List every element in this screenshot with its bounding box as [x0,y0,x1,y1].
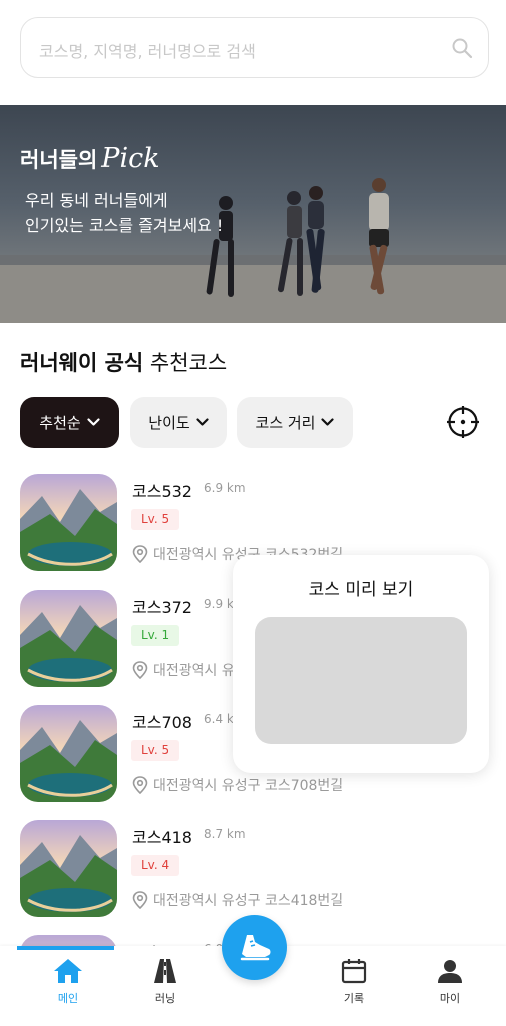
home-icon [54,959,82,983]
person-icon [438,960,462,983]
calendar-icon [341,959,367,984]
filter-recommended[interactable]: 추천순 [20,397,119,448]
tab-label: 메인 [57,992,79,1005]
running-shoe-icon [240,934,270,960]
tab-label: 러닝 [154,992,176,1005]
course-preview-popup[interactable]: 코스 미리 보기 [233,555,489,773]
course-thumbnail [20,820,117,917]
course-address: 대전광역시 유성구 코스418번길 [132,890,343,910]
banner-subtitle-line1: 우리 동네 러너들에게 [25,191,168,210]
crosshair-icon[interactable] [446,405,480,439]
road-icon [154,959,176,983]
search-icon[interactable] [450,36,474,60]
start-run-button[interactable] [222,915,287,980]
chevron-down-icon [196,418,209,426]
location-pin-icon [132,891,148,909]
course-level-badge: Lv. 1 [131,625,180,646]
course-thumbnail [20,474,117,571]
course-thumbnail [20,590,117,687]
section-title-light: 추천코스 [149,351,228,375]
filter-label: 추천순 [39,414,81,432]
tab-main[interactable]: 메인 [33,958,103,1016]
course-level-badge: Lv. 5 [131,509,180,530]
course-list-item[interactable]: 코스418 8.7 km Lv. 4 대전광역시 유성구 코스418번길 [20,820,486,920]
course-name: 코스708 [132,713,192,732]
filter-label: 난이도 [148,414,190,432]
course-name: 코스418 [132,828,192,847]
course-address-text: 대전광역시 유성구 코스708번길 [153,778,344,794]
filter-distance[interactable]: 코스 거리 [237,397,353,448]
chevron-down-icon [87,418,100,426]
tab-label: 마이 [439,992,461,1005]
banner-title: 러너들의 Pick [20,143,160,174]
section-title: 러너웨이 공식 추천코스 [20,347,227,377]
preview-map-placeholder [255,617,467,744]
course-distance: 8.7 km [204,827,246,841]
course-distance: 6.9 km [204,481,246,495]
section-title-bold: 러너웨이 공식 [20,351,144,375]
filter-difficulty[interactable]: 난이도 [130,397,227,448]
banner-subtitle-line2: 인기있는 코스를 즐겨보세요 ! [25,216,224,235]
filter-label: 코스 거리 [255,414,316,432]
tab-active-indicator [17,946,114,950]
course-level-badge: Lv. 5 [131,740,180,761]
course-level-badge: Lv. 4 [131,855,180,876]
tab-label: 기록 [343,992,365,1005]
location-pin-icon [132,776,148,794]
course-address-text: 대전광역시 유성구 코스418번길 [153,893,344,909]
search-input[interactable]: 코스명, 지역명, 러너명으로 검색 [20,17,489,78]
promo-banner[interactable]: 러너들의 Pick 우리 동네 러너들에게 인기있는 코스를 즐겨보세요 ! [0,105,506,323]
course-address: 대전광역시 유성구 코스708번길 [132,775,343,795]
course-name: 코스532 [132,482,192,501]
preview-title: 코스 미리 보기 [308,580,414,600]
banner-title-script: Pick [101,143,160,174]
location-pin-icon [132,545,148,563]
location-pin-icon [132,661,148,679]
tab-running[interactable]: 러닝 [130,958,200,1016]
chevron-down-icon [321,418,335,426]
tab-my[interactable]: 마이 [415,958,485,1016]
course-thumbnail [20,705,117,802]
search-placeholder: 코스명, 지역명, 러너명으로 검색 [39,42,256,61]
banner-title-text: 러너들의 [20,148,98,172]
tab-records[interactable]: 기록 [319,958,389,1016]
course-name: 코스372 [132,598,192,617]
